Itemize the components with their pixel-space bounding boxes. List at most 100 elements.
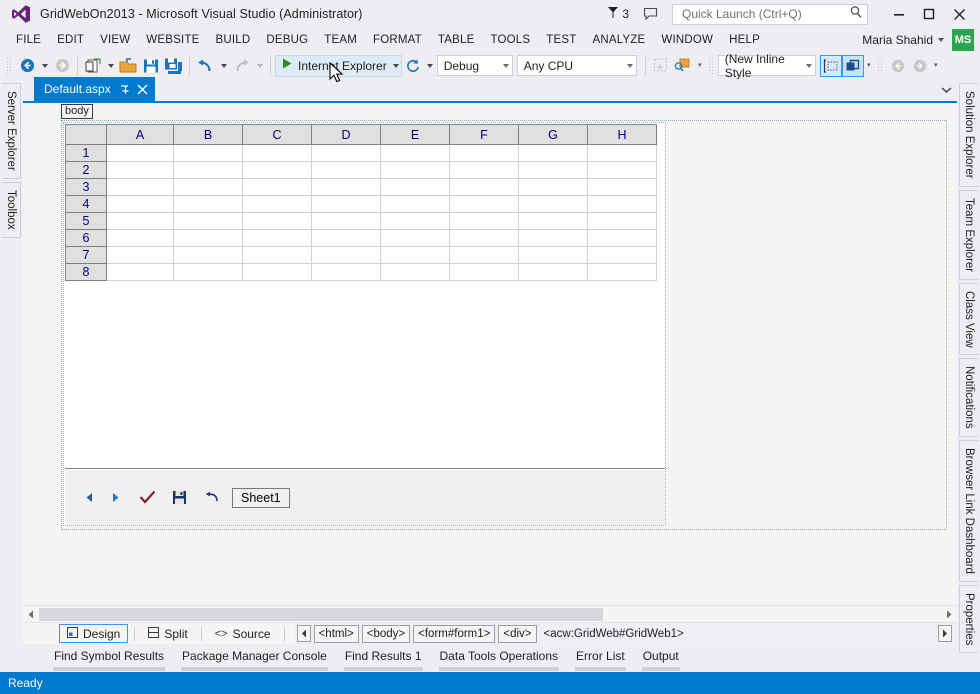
quick-launch-input[interactable] [680,6,849,22]
save-all-icon[interactable] [162,55,185,77]
scroll-left-icon[interactable] [23,607,39,622]
cell-d2[interactable] [311,161,381,179]
menu-view[interactable]: VIEW [92,31,138,49]
account-name[interactable]: Maria Shahid [862,33,933,47]
cell-h2[interactable] [587,161,657,179]
cell-b1[interactable] [173,144,243,162]
toolbar-grip-handle[interactable] [6,56,13,75]
sidebar-item-team-explorer[interactable]: Team Explorer [959,189,978,280]
chevron-down-icon[interactable] [938,38,944,42]
magnifier-icon[interactable] [849,5,863,24]
undo-arrow-icon[interactable] [198,485,224,511]
breadcrumb-scroll-left-icon[interactable] [296,625,311,642]
cell-f3[interactable] [449,178,519,196]
cell-g8[interactable] [518,263,588,281]
grid-corner-cell[interactable] [65,124,107,145]
solution-platform-combo[interactable]: Any CPU [516,55,637,76]
cell-g5[interactable] [518,212,588,230]
row-header-5[interactable]: 5 [65,212,107,230]
cell-b2[interactable] [173,161,243,179]
cell-g2[interactable] [518,161,588,179]
previous-sheet-icon[interactable] [76,485,102,511]
cell-g3[interactable] [518,178,588,196]
horizontal-scroll-track[interactable] [39,606,941,622]
row-header-4[interactable]: 4 [65,195,107,213]
inline-style-combo[interactable]: (New Inline Style [717,52,816,80]
cell-h8[interactable] [587,263,657,281]
column-header-e[interactable]: E [380,124,450,145]
breadcrumb-item-body[interactable]: <body> [361,624,411,643]
close-icon[interactable] [137,84,148,95]
menu-table[interactable]: TABLE [430,31,483,49]
cell-e1[interactable] [380,144,450,162]
tab-overflow-chevron-icon[interactable] [935,79,957,101]
close-button[interactable] [944,1,974,27]
tab-find-symbol-results[interactable]: Find Symbol Results [45,649,173,671]
cell-a7[interactable] [106,246,174,264]
cell-c7[interactable] [242,246,312,264]
sidebar-item-properties[interactable]: Properties [959,584,978,654]
start-debugging-button[interactable]: Internet Explorer [275,54,402,77]
row-header-8[interactable]: 8 [65,263,107,281]
column-header-h[interactable]: H [587,124,657,145]
cell-g1[interactable] [518,144,588,162]
toolbar-overflow-icon[interactable]: ▾ [931,55,941,77]
cell-c2[interactable] [242,161,312,179]
tab-find-results-1[interactable]: Find Results 1 [336,649,431,671]
cell-b8[interactable] [173,263,243,281]
design-canvas[interactable]: A B C D E F G H 1 2 3 4 5 6 7 8 Sheet1 [23,120,957,605]
cell-a6[interactable] [106,229,174,247]
cell-c3[interactable] [242,178,312,196]
cell-f7[interactable] [449,246,519,264]
undo-icon[interactable] [194,55,217,77]
undo-dropdown[interactable] [217,55,230,77]
menu-website[interactable]: WEBSITE [138,31,207,49]
positioning-toolbar-overflow-icon[interactable]: ▾ [864,55,874,77]
new-item-icon[interactable] [82,55,104,77]
cell-b7[interactable] [173,246,243,264]
cell-e6[interactable] [380,229,450,247]
tab-split-view[interactable]: Split [141,624,194,643]
tab-output[interactable]: Output [634,649,688,671]
column-header-f[interactable]: F [449,124,519,145]
sidebar-item-browser-link-dashboard[interactable]: Browser Link Dashboard [959,440,978,582]
chevron-down-icon[interactable] [392,63,399,68]
refresh-icon[interactable] [402,55,424,77]
cell-f5[interactable] [449,212,519,230]
next-sheet-icon[interactable] [102,485,128,511]
chevron-down-icon[interactable] [805,63,812,68]
cell-h5[interactable] [587,212,657,230]
cell-e2[interactable] [380,161,450,179]
avatar[interactable]: MS [952,29,974,51]
style-toolbar-overflow-icon[interactable]: ▾ [695,55,705,77]
row-header-7[interactable]: 7 [65,246,107,264]
sheet-tab-sheet1[interactable]: Sheet1 [232,487,290,508]
cell-e7[interactable] [380,246,450,264]
chevron-down-icon[interactable] [502,63,509,68]
chevron-down-icon[interactable] [626,63,633,68]
row-header-3[interactable]: 3 [65,178,107,196]
tab-error-list[interactable]: Error List [567,649,634,671]
breadcrumb-item-html[interactable]: <html> [313,624,359,643]
cell-h6[interactable] [587,229,657,247]
tag-navigator-body[interactable]: body [61,104,93,119]
menu-tools[interactable]: TOOLS [482,31,538,49]
spreadsheet-table[interactable]: A B C D E F G H 1 2 3 4 5 6 7 8 [65,124,657,281]
cell-e5[interactable] [380,212,450,230]
tab-data-tools-operations[interactable]: Data Tools Operations [431,649,568,671]
tab-default-aspx[interactable]: Default.aspx [34,77,155,101]
sidebar-item-class-view[interactable]: Class View [959,282,978,356]
quick-launch-box[interactable] [672,3,868,25]
column-header-c[interactable]: C [242,124,312,145]
cell-c4[interactable] [242,195,312,213]
minimize-button[interactable] [884,1,914,27]
tab-design-view[interactable]: Design [59,624,129,643]
cell-b4[interactable] [173,195,243,213]
cell-c5[interactable] [242,212,312,230]
menu-help[interactable]: HELP [721,31,768,49]
cell-d1[interactable] [311,144,381,162]
toolbar-grip-handle-2[interactable] [707,56,715,75]
select-tag-icon[interactable] [819,54,842,77]
breadcrumb-scroll-right-icon[interactable] [938,625,952,642]
cell-e8[interactable] [380,263,450,281]
